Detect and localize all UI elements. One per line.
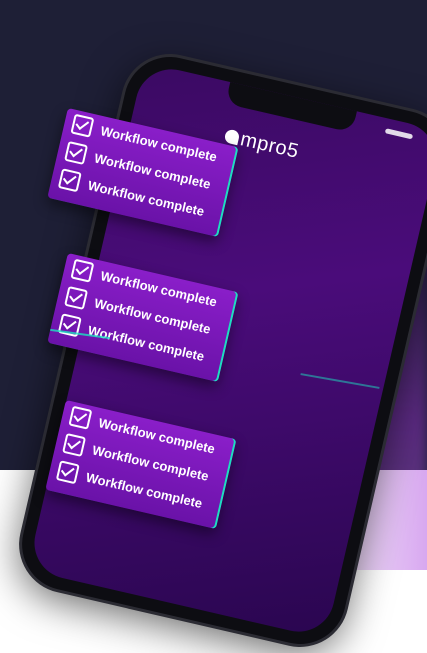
checkbox-checked-icon — [55, 460, 80, 485]
checkbox-checked-icon — [68, 405, 93, 430]
checkbox-checked-icon — [70, 258, 95, 283]
checkbox-checked-icon — [70, 113, 95, 138]
checkbox-checked-icon — [64, 140, 89, 165]
mpro5-logo-mark — [223, 128, 241, 146]
checkbox-checked-icon — [57, 168, 82, 193]
checkbox-checked-icon — [62, 432, 87, 457]
logo-text: mpro5 — [238, 128, 301, 163]
checkbox-checked-icon — [64, 285, 89, 310]
